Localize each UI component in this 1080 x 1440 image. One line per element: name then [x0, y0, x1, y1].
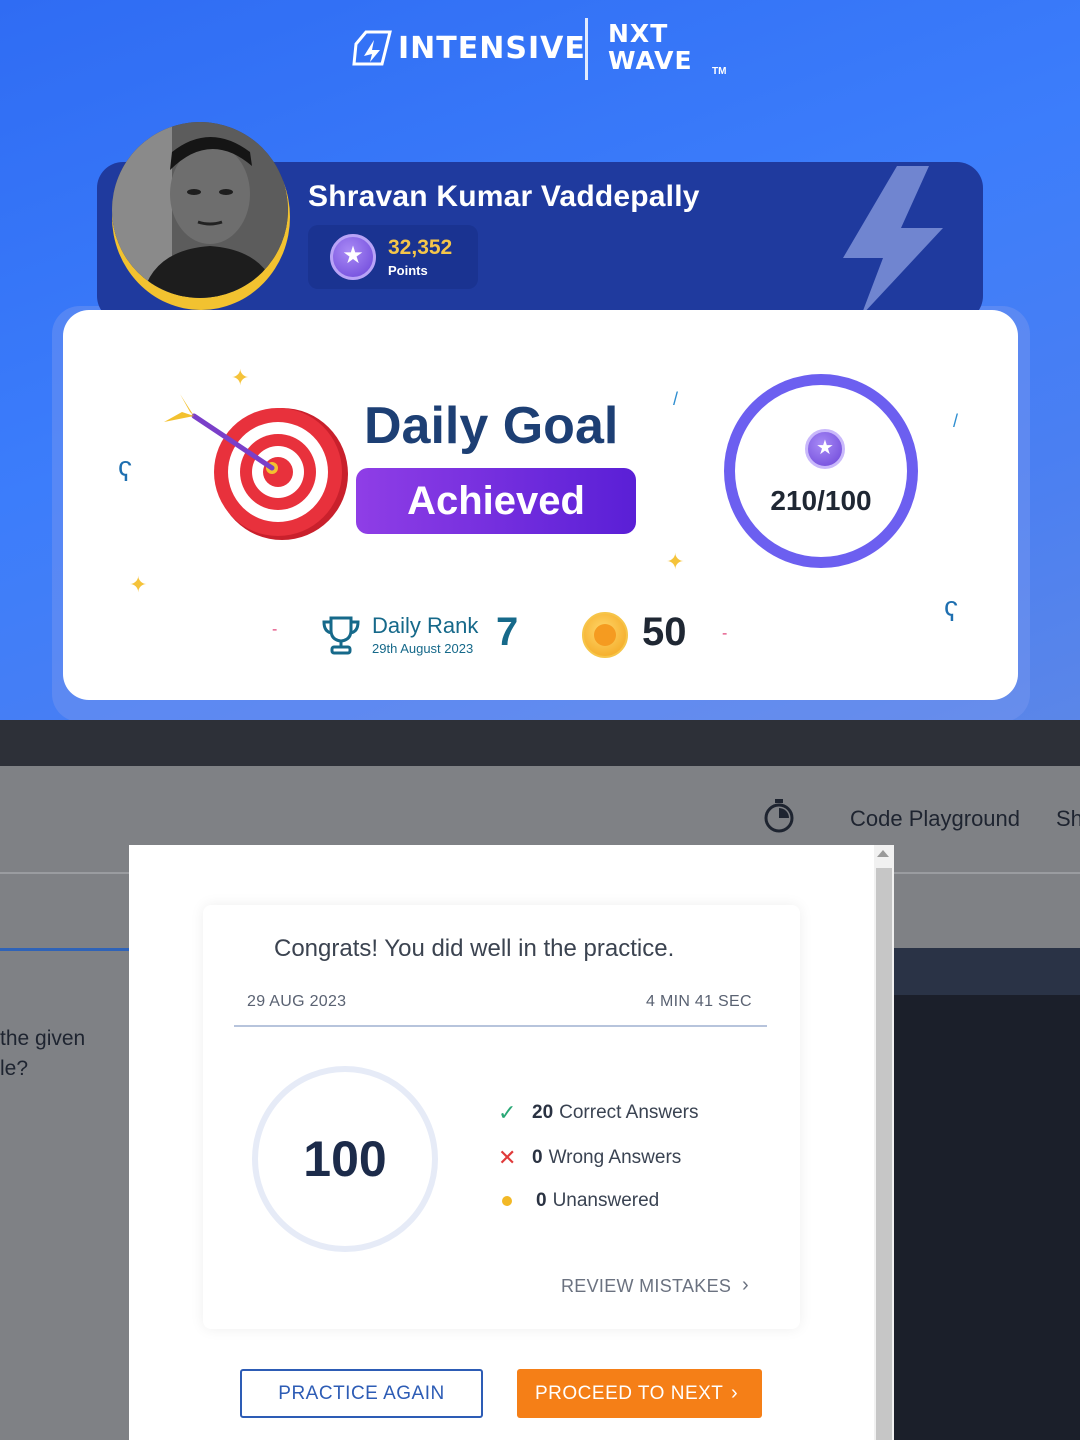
result-duration: 4 MIN 41 SEC [646, 993, 752, 1010]
user-name: Shravan Kumar Vaddepally [308, 180, 700, 213]
wrong-label: Wrong Answers [548, 1147, 682, 1168]
confetti-icon: - [272, 621, 278, 638]
practice-again-button[interactable]: PRACTICE AGAIN [240, 1369, 483, 1418]
scroll-up-icon[interactable] [877, 850, 889, 857]
correct-count: 20 [532, 1102, 554, 1123]
wrong-answers-stat: ✕ 0 Wrong Answers [498, 1145, 681, 1171]
points-label: Points [388, 263, 428, 278]
daily-rank-date: 29th August 2023 [372, 641, 474, 656]
chevron-right-icon[interactable]: › [742, 1274, 749, 1297]
wrong-count: 0 [532, 1147, 543, 1168]
unanswered-stat: 0 Unanswered [498, 1190, 659, 1212]
trophy-icon [322, 616, 360, 655]
chevron-right-icon: › [731, 1382, 739, 1404]
unanswered-count: 0 [536, 1190, 547, 1211]
score-value: 100 [303, 1131, 387, 1187]
sparkle-icon: ✦ [231, 365, 250, 390]
daily-rank-value: 7 [496, 610, 519, 654]
correct-label: Correct Answers [559, 1102, 699, 1123]
nxtwave-wordmark: NXT WAVE [608, 20, 693, 74]
avatar-photo [112, 122, 288, 298]
points-badge: ★ 32,352 Points [308, 225, 478, 289]
confetti-icon: ʕ [118, 456, 132, 487]
achieved-badge: Achieved [356, 468, 636, 534]
result-date: 29 AUG 2023 [247, 993, 347, 1010]
code-playground-tab[interactable]: Code Playground [850, 806, 1020, 832]
correct-answers-stat: ✓ 20 Correct Answers [498, 1100, 699, 1126]
star-badge-icon: ★ [805, 429, 845, 469]
points-value: 32,352 [388, 236, 453, 259]
daily-goal-title: Daily Goal [364, 397, 619, 455]
cross-icon: ✕ [498, 1145, 517, 1170]
proceed-label: PROCEED TO NEXT [535, 1383, 724, 1404]
confetti-icon: - [722, 625, 728, 642]
code-editor-panel [894, 995, 1080, 1440]
active-tab-indicator [0, 948, 130, 951]
question-line: le? [0, 1057, 29, 1080]
intensive-logo-icon [352, 30, 392, 66]
star-badge-icon: ★ [330, 234, 376, 280]
target-dart-icon [164, 394, 348, 540]
proceed-to-next-button[interactable]: PROCEED TO NEXT › [517, 1369, 762, 1418]
daily-goal-banner: INTENSIVE NXT WAVE TM Shravan Kumar Vadd… [0, 0, 1080, 722]
dot-icon [502, 1196, 512, 1206]
intensive-brand: INTENSIVE [352, 30, 586, 66]
goal-progress-ring: ★ 210/100 [724, 374, 918, 568]
question-text: the given le? [0, 1024, 85, 1084]
avatar [112, 122, 288, 298]
brand-header: INTENSIVE NXT WAVE TM [0, 18, 1080, 84]
unanswered-label: Unanswered [552, 1190, 660, 1211]
editor-header [894, 948, 1080, 995]
result-divider [234, 1025, 767, 1027]
confetti-icon: ʕ [944, 596, 958, 627]
app-top-bar [0, 720, 1080, 766]
goal-progress-value: 210/100 [770, 485, 872, 516]
lightning-bolt-icon [843, 166, 943, 316]
partial-tab[interactable]: Sh [1056, 806, 1080, 832]
question-line: the given [0, 1027, 86, 1050]
sparkle-icon: ✦ [129, 572, 148, 597]
confetti-icon: / [953, 411, 959, 431]
coins-value: 50 [642, 610, 687, 654]
nxtwave-line1: NXT [608, 19, 669, 48]
nxtwave-line2: WAVE [608, 46, 693, 75]
stopwatch-icon[interactable] [762, 798, 796, 834]
check-icon: ✓ [498, 1100, 517, 1125]
trademark-mark: TM [712, 66, 727, 77]
coin-icon [582, 612, 628, 658]
intensive-wordmark: INTENSIVE [398, 30, 586, 66]
modal-scrollbar-thumb[interactable] [876, 868, 892, 1440]
review-mistakes-link[interactable]: REVIEW MISTAKES [561, 1276, 731, 1297]
confetti-icon: / [673, 389, 679, 409]
daily-rank-label: Daily Rank [372, 613, 479, 638]
brand-divider [585, 18, 588, 80]
result-heading: Congrats! You did well in the practice. [274, 935, 675, 962]
sparkle-icon: ✦ [666, 549, 685, 574]
